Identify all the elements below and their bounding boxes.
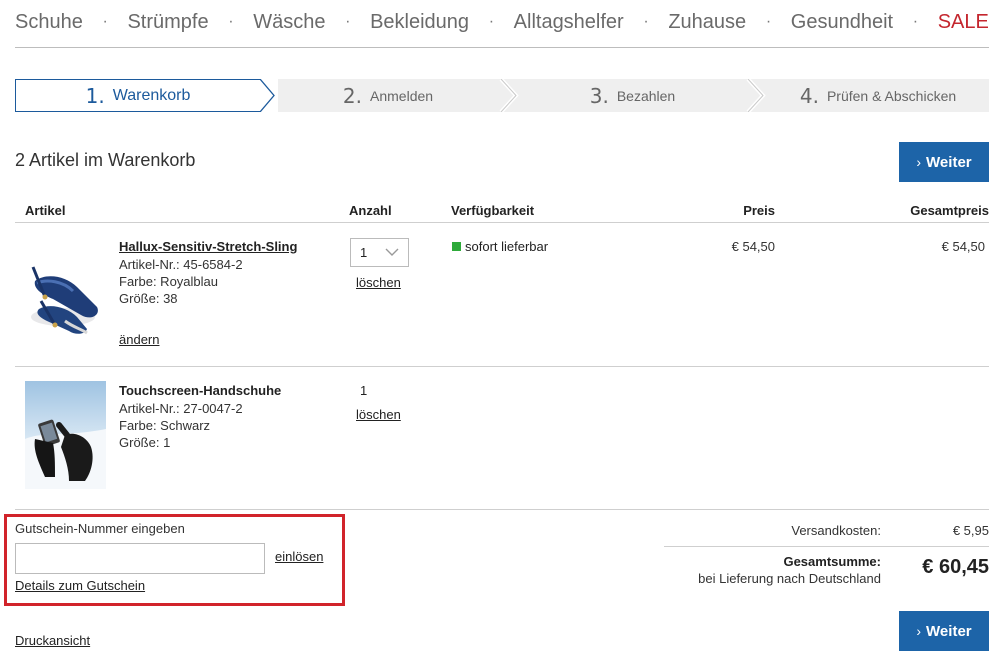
voucher-code-input[interactable] xyxy=(15,543,265,574)
nav-separator: · xyxy=(765,13,772,30)
step-label: Bezahlen xyxy=(616,87,676,104)
nav-item-alltagshelfer[interactable]: Alltagshelfer xyxy=(514,8,624,36)
column-header-total: Gesamtpreis xyxy=(910,203,989,218)
edit-item-link[interactable]: ändern xyxy=(119,332,159,347)
redeem-voucher-link[interactable]: einlösen xyxy=(275,549,323,564)
top-navigation: Schuhe · Strümpfe · Wäsche · Bekleidung … xyxy=(15,8,989,48)
quantity-value: 1 xyxy=(360,245,368,260)
nav-item-struempfe[interactable]: Strümpfe xyxy=(127,8,208,36)
availability-indicator-icon xyxy=(452,242,461,251)
nav-separator: · xyxy=(228,13,234,30)
product-article-number: Artikel-Nr.: 27-0047-2 xyxy=(119,401,243,416)
delete-item-link[interactable]: löschen xyxy=(356,407,401,422)
step-label: Anmelden xyxy=(370,87,434,104)
step-warenkorb: 1. Warenkorb xyxy=(15,79,260,112)
product-size: Größe: 38 xyxy=(119,291,178,306)
step-number: 3. xyxy=(589,83,609,108)
nav-item-zuhause[interactable]: Zuhause xyxy=(668,8,746,36)
voucher-label: Gutschein-Nummer eingeben xyxy=(15,521,185,536)
availability-status: sofort lieferbar xyxy=(452,239,548,254)
step-label: Warenkorb xyxy=(112,86,191,104)
step-divider-chevron xyxy=(745,79,767,112)
step-number: 4. xyxy=(799,83,819,108)
grand-total-subtext: bei Lieferung nach Deutschland xyxy=(698,571,881,586)
shipping-cost-label: Versandkosten: xyxy=(791,523,881,538)
cart-title: 2 Artikel im Warenkorb xyxy=(15,150,196,170)
product-article-number: Artikel-Nr.: 45-6584-2 xyxy=(119,257,243,272)
continue-button-label: Weiter xyxy=(926,622,972,640)
nav-item-schuhe[interactable]: Schuhe xyxy=(15,8,83,36)
cart-item: Hallux-Sensitiv-Stretch-Sling Artikel-Nr… xyxy=(15,223,989,366)
step-bezahlen: 3. Bezahlen xyxy=(520,79,745,112)
nav-separator: · xyxy=(912,13,919,30)
product-image-gloves xyxy=(25,381,106,489)
continue-button[interactable]: › Weiter xyxy=(899,611,989,651)
availability-text: sofort lieferbar xyxy=(465,239,549,254)
step-number: 2. xyxy=(342,83,363,108)
voucher-details-link[interactable]: Details zum Gutschein xyxy=(15,578,145,593)
grand-total-label: Gesamtsumme: xyxy=(783,554,881,569)
delete-item-link[interactable]: löschen xyxy=(356,275,401,290)
nav-separator: · xyxy=(488,13,495,30)
grand-total-value: € 60,45 xyxy=(922,556,989,578)
step-divider-chevron xyxy=(498,79,520,112)
checkout-steps: 1. Warenkorb 2. Anmelden 3. Bezahlen 4. … xyxy=(15,79,989,112)
product-name: Touchscreen-Handschuhe xyxy=(119,383,282,398)
quantity-select[interactable]: 1 xyxy=(350,238,409,267)
column-header-availability: Verfügbarkeit xyxy=(451,203,535,218)
product-image-sandal xyxy=(25,237,106,345)
print-view-link[interactable]: Druckansicht xyxy=(15,633,90,648)
cart-table-header: Artikel Anzahl Verfügbarkeit Preis Gesam… xyxy=(15,201,989,223)
chevron-right-icon: › xyxy=(916,154,922,170)
product-name-link[interactable]: Hallux-Sensitiv-Stretch-Sling xyxy=(119,239,297,254)
summary-divider xyxy=(664,546,989,547)
shipping-cost-value: € 5,95 xyxy=(952,523,989,538)
row-divider xyxy=(15,509,989,510)
chevron-down-icon xyxy=(385,248,399,256)
step-active-arrow xyxy=(260,79,275,112)
nav-item-waesche[interactable]: Wäsche xyxy=(253,8,325,36)
step-pruefen-abschicken: 4. Prüfen & Abschicken xyxy=(767,79,989,112)
nav-separator: · xyxy=(102,13,108,30)
product-color: Farbe: Royalblau xyxy=(119,274,218,289)
continue-button-label: Weiter xyxy=(926,153,972,171)
nav-separator: · xyxy=(345,13,351,30)
nav-item-gesundheit[interactable]: Gesundheit xyxy=(791,8,893,36)
cart-item: Touchscreen-Handschuhe Artikel-Nr.: 27-0… xyxy=(15,367,989,509)
nav-item-bekleidung[interactable]: Bekleidung xyxy=(370,8,469,36)
step-number: 1. xyxy=(85,83,105,108)
item-total-price: € 54,50 xyxy=(941,239,985,254)
column-header-article: Artikel xyxy=(25,203,66,218)
product-color: Farbe: Schwarz xyxy=(119,418,211,433)
continue-button[interactable]: › Weiter xyxy=(899,142,989,182)
chevron-right-icon: › xyxy=(916,623,922,639)
nav-separator: · xyxy=(643,13,649,30)
product-size: Größe: 1 xyxy=(119,435,171,450)
nav-item-sale[interactable]: SALE xyxy=(938,8,989,36)
item-price: € 54,50 xyxy=(731,239,775,254)
step-anmelden: 2. Anmelden xyxy=(278,79,498,112)
quantity-value: 1 xyxy=(360,383,368,398)
step-label: Prüfen & Abschicken xyxy=(826,87,957,104)
column-header-quantity: Anzahl xyxy=(349,203,392,218)
column-header-price: Preis xyxy=(743,203,775,218)
